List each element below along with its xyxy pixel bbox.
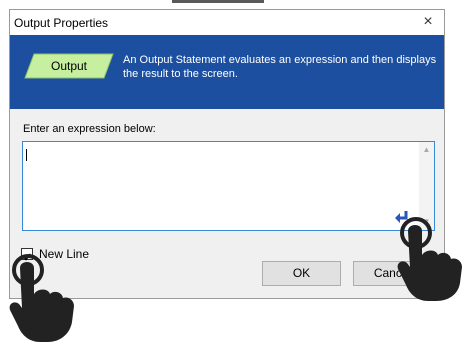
pointing-hand-icon [397,217,462,301]
dialog-title: Output Properties [14,16,109,30]
banner-description: An Output Statement evaluates an express… [123,54,437,80]
info-banner: Output An Output Statement evaluates an … [10,35,444,109]
screenshot-canvas: Output Properties × Output An Output Sta… [0,0,474,348]
expression-input[interactable]: ▲ ▼ [22,141,435,231]
ok-button[interactable]: OK [262,261,341,286]
output-shape-icon: Output [24,53,114,84]
output-shape-label: Output [51,59,88,73]
close-button[interactable]: × [418,12,438,32]
expression-label: Enter an expression below: [23,123,156,135]
title-bar[interactable]: Output Properties × [10,10,444,35]
text-caret [26,149,27,161]
pointing-hand-icon [9,254,74,342]
scroll-up-arrow-icon[interactable]: ▲ [419,144,434,156]
background-window-edge [172,0,264,3]
